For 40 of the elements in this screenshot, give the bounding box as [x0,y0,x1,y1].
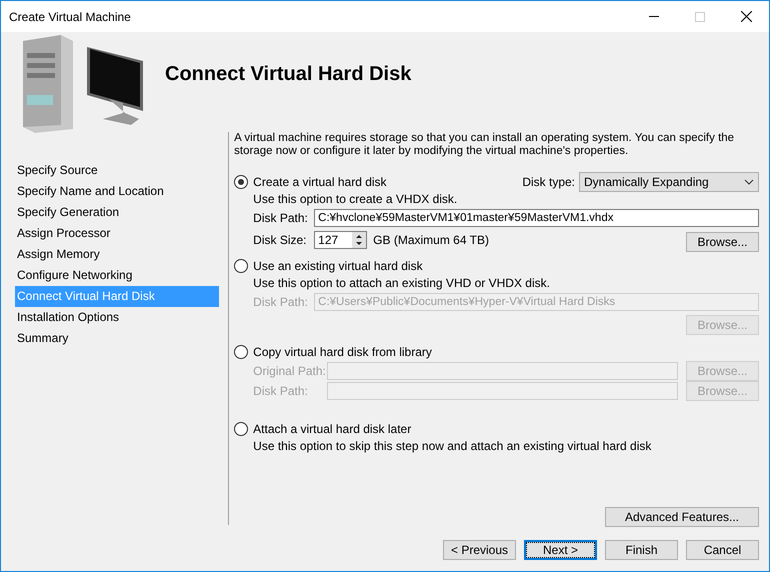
wizard-button[interactable]: < Previous [443,540,516,560]
window-title: Create Virtual Machine [9,10,132,24]
page-title: Connect Virtual Hard Disk [165,62,412,86]
wizard-button[interactable]: Next > [524,540,597,560]
wizard-button[interactable]: Finish [605,540,678,560]
wizard-step[interactable]: Specify Name and Location [15,181,220,202]
wizard-step[interactable]: Installation Options [15,307,220,328]
wizard-step[interactable]: Summary [15,328,220,349]
disk-path-field[interactable]: C:¥hvclone¥59MasterVM1¥01master¥59MasterVM1.vhdx [314,209,759,227]
radio-button[interactable] [234,174,248,188]
radio-button[interactable] [234,422,248,436]
browse-button[interactable]: Browse... [686,232,759,252]
option-hint: Use this option to create a VHDX disk. [252,191,458,208]
disk-size-spinner[interactable]: 127 [314,230,368,248]
field-label: Disk Path: [253,384,309,398]
chevron-icon [744,178,754,184]
description-text: A virtual machine requires storage so that you can install an operating system. You can specify the storage now or configure it later by modifying the virtual machine's properties. [234,132,736,158]
wizard-step[interactable]: Assign Memory [15,244,220,265]
wizard-step[interactable]: Configure Networking [15,265,220,286]
option-hint: Use this option to skip this step now and attach an existing virtual hard disk [252,438,652,455]
field-label: Disk Path: [253,211,308,225]
wizard-button[interactable]: Cancel [686,540,759,560]
wizard-step[interactable]: Specify Source [15,160,220,181]
size-unit: GB (Maximum 64 TB) [373,232,489,246]
advanced-features-button[interactable]: Advanced Features... [605,507,759,527]
option-label: Attach a virtual hard disk later [253,422,412,436]
option-label: Copy virtual hard disk from library [253,344,432,358]
disk-type-dropdown[interactable]: Dynamically Expanding [579,172,759,192]
radio-button[interactable] [234,344,248,358]
spinner-arrows-icon [352,232,366,248]
disk-type-label: Disk type: [522,174,575,188]
radio-button[interactable] [234,258,248,272]
field-label: Disk Path: [253,295,308,309]
field-label: Disk Size: [253,232,308,246]
wizard-step[interactable]: Specify Generation [15,202,220,223]
option-hint: Use this option to attach an existing VHD or VHDX disk. [252,275,551,292]
close-icon[interactable] [740,11,752,22]
wizard-step[interactable]: Assign Processor [15,223,220,244]
option-label: Create a virtual hard disk [253,174,387,188]
option-label: Use an existing virtual hard disk [253,258,423,272]
